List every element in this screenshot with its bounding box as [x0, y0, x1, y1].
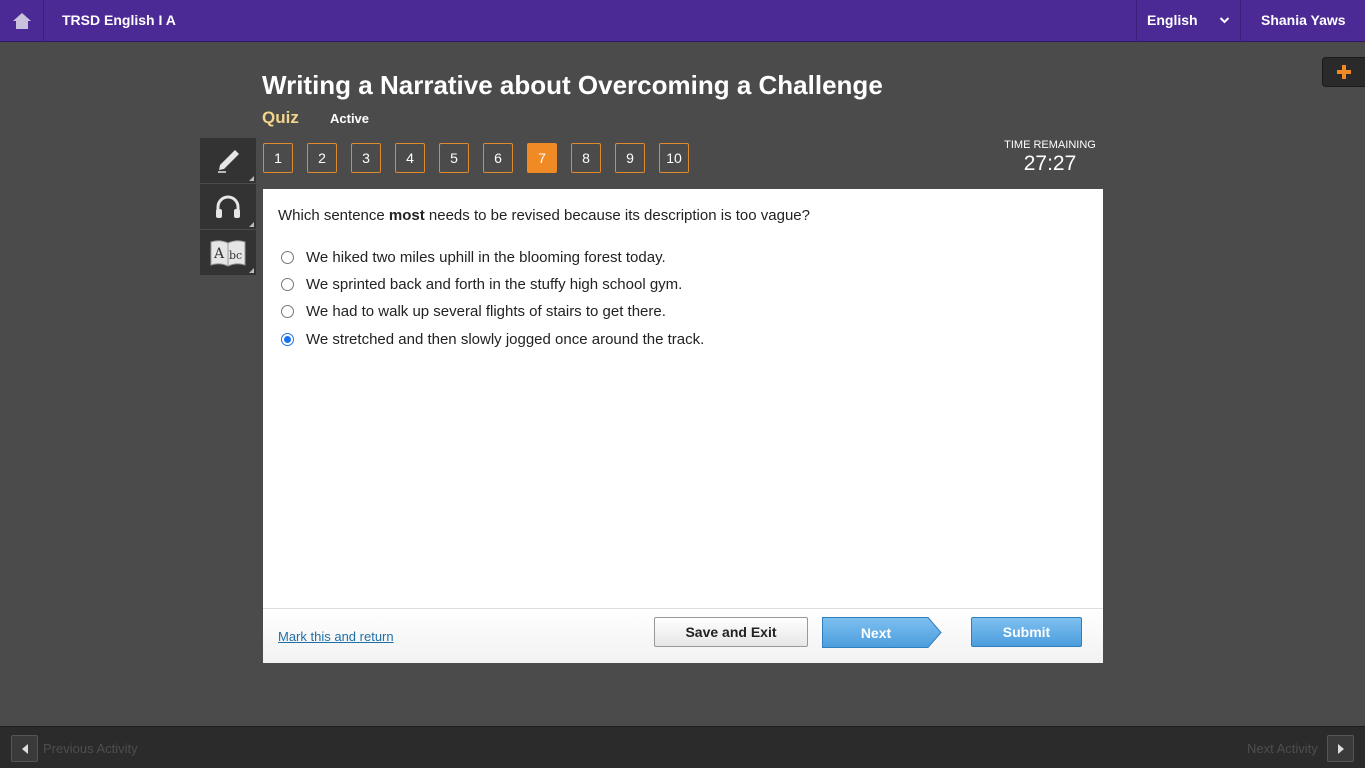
- audio-tool-button[interactable]: [200, 184, 256, 230]
- caret-right-icon: [1337, 743, 1344, 754]
- answer-option[interactable]: We hiked two miles uphill in the bloomin…: [281, 244, 704, 271]
- home-icon: [12, 13, 31, 29]
- next-activity-button[interactable]: [1327, 735, 1354, 762]
- course-title[interactable]: TRSD English I A: [62, 12, 176, 28]
- pencil-icon: [218, 149, 239, 173]
- answer-option[interactable]: We had to walk up several flights of sta…: [281, 298, 704, 325]
- radio-button[interactable]: [281, 305, 294, 318]
- language-selector[interactable]: English: [1136, 0, 1241, 42]
- svg-text:bc: bc: [229, 249, 242, 262]
- question-nav-button[interactable]: 4: [395, 143, 425, 173]
- answer-option[interactable]: We sprinted back and forth in the stuffy…: [281, 271, 704, 298]
- submit-button[interactable]: Submit: [971, 617, 1082, 647]
- page-title: Writing a Narrative about Overcoming a C…: [262, 70, 883, 100]
- language-label: English: [1147, 12, 1198, 28]
- question-text-after: needs to be revised because its descript…: [424, 207, 810, 224]
- chevron-down-icon: [1219, 17, 1230, 24]
- question-nav-button[interactable]: 1: [263, 143, 293, 173]
- question-text-emphasis: most: [388, 207, 425, 224]
- radio-button[interactable]: [281, 251, 294, 264]
- previous-activity-button[interactable]: [11, 735, 38, 762]
- question-nav-button[interactable]: 9: [615, 143, 645, 173]
- dictionary-tool-button[interactable]: A bc: [200, 230, 256, 276]
- home-button[interactable]: [0, 0, 44, 42]
- answer-option[interactable]: We stretched and then slowly jogged once…: [281, 325, 704, 354]
- timer-label: TIME REMAINING: [1004, 139, 1096, 151]
- answer-options: We hiked two miles uphill in the bloomin…: [281, 244, 704, 354]
- question-nav-button[interactable]: 10: [659, 143, 689, 173]
- activity-type: Quiz: [262, 108, 299, 127]
- timer: TIME REMAINING 27:27: [990, 139, 1110, 176]
- question-text-before: Which sentence: [278, 207, 389, 224]
- next-activity-label: Next Activity: [1247, 741, 1318, 756]
- user-name[interactable]: Shania Yaws: [1261, 12, 1346, 28]
- answer-option-label: We stretched and then slowly jogged once…: [306, 331, 705, 348]
- top-bar: TRSD English I A English Shania Yaws: [0, 0, 1365, 42]
- question-nav-button[interactable]: 3: [351, 143, 381, 173]
- question-panel: Which sentence most needs to be revised …: [263, 189, 1103, 663]
- question-text: Which sentence most needs to be revised …: [278, 207, 810, 224]
- activity-status: Active: [330, 111, 370, 126]
- pencil-tool-button[interactable]: [200, 138, 256, 184]
- question-nav-button[interactable]: 2: [307, 143, 337, 173]
- svg-text:A: A: [213, 246, 225, 262]
- save-and-exit-button[interactable]: Save and Exit: [654, 617, 808, 647]
- answer-option-label: We had to walk up several flights of sta…: [306, 303, 666, 320]
- bottom-bar: Previous Activity Next Activity: [0, 726, 1365, 768]
- previous-activity-label: Previous Activity: [43, 741, 138, 756]
- tools-sidebar: A bc: [200, 138, 256, 276]
- headphones-icon: [216, 195, 240, 218]
- next-button-label: Next: [860, 624, 892, 641]
- answer-option-label: We hiked two miles uphill in the bloomin…: [306, 249, 666, 266]
- question-footer: Mark this and return Save and Exit Next …: [263, 608, 1103, 663]
- expand-panel-button[interactable]: [1322, 57, 1365, 87]
- question-nav-button[interactable]: 6: [483, 143, 513, 173]
- plus-icon: [1337, 65, 1351, 79]
- question-nav-button[interactable]: 7: [527, 143, 557, 173]
- answer-option-label: We sprinted back and forth in the stuffy…: [306, 276, 683, 293]
- next-button[interactable]: Next: [822, 617, 942, 648]
- question-nav-button[interactable]: 5: [439, 143, 469, 173]
- mark-and-return-link[interactable]: Mark this and return: [278, 629, 394, 644]
- timer-value: 27:27: [1023, 152, 1077, 175]
- radio-button[interactable]: [281, 278, 294, 291]
- question-navigation: 1 2 3 4 5 6 7 8 9 10: [263, 143, 689, 173]
- question-nav-button[interactable]: 8: [571, 143, 601, 173]
- caret-left-icon: [21, 743, 28, 754]
- radio-button[interactable]: [281, 333, 294, 346]
- dictionary-icon: A bc: [210, 239, 246, 267]
